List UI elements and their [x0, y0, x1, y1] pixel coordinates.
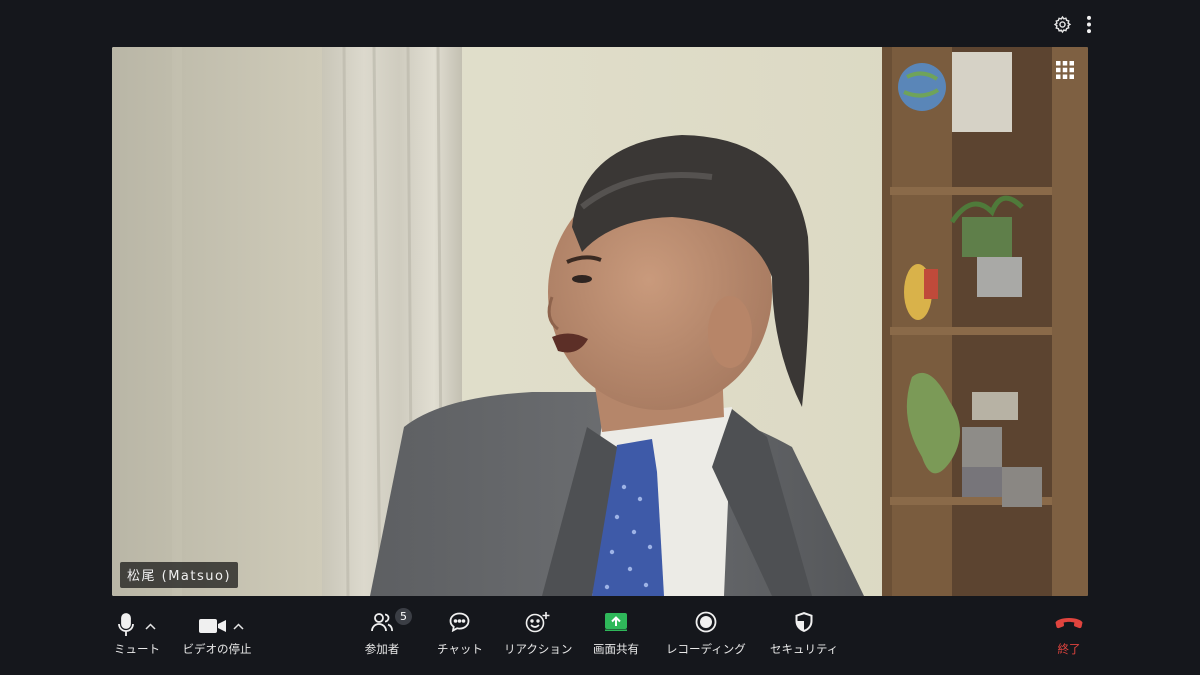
participant-count-badge: 5: [395, 608, 412, 625]
share-screen-label: 画面共有: [593, 642, 639, 656]
chevron-up-icon[interactable]: [145, 615, 156, 634]
gear-icon[interactable]: [1053, 15, 1072, 34]
end-meeting-button[interactable]: 終了: [1054, 610, 1084, 657]
more-vertical-icon[interactable]: [1086, 15, 1092, 34]
stop-video-button[interactable]: ビデオの停止: [181, 610, 253, 657]
record-label: レコーディング: [666, 642, 746, 656]
participant-name-tag: 松尾 (Matsuo): [120, 562, 239, 588]
chevron-up-icon[interactable]: [233, 615, 244, 634]
hang-up-icon: [1054, 615, 1084, 634]
microphone-icon: [117, 613, 135, 641]
shield-icon: [794, 611, 814, 637]
chat-label: チャット: [437, 642, 483, 656]
record-button[interactable]: レコーディング: [666, 610, 746, 657]
stop-video-label: ビデオの停止: [182, 642, 252, 656]
share-screen-icon: [604, 612, 628, 636]
participant-video: 松尾 (Matsuo): [112, 47, 1088, 596]
reactions-button[interactable]: リアクション: [504, 610, 572, 657]
mute-button[interactable]: ミュート: [112, 610, 162, 657]
grid-view-icon[interactable]: [1056, 61, 1074, 83]
mute-label: ミュート: [114, 642, 160, 656]
security-button[interactable]: セキュリティ: [770, 610, 838, 657]
chat-button[interactable]: チャット: [437, 610, 483, 657]
record-icon: [695, 611, 717, 637]
top-bar: [0, 0, 1200, 46]
reactions-label: リアクション: [504, 642, 573, 656]
video-camera-icon: [199, 618, 226, 637]
participants-button[interactable]: 5 参加者: [363, 608, 412, 657]
meeting-toolbar: ミュート ビデオの停止 5 参加者 チャット リアクション 画面共有 レコーディ…: [0, 596, 1200, 675]
share-screen-button[interactable]: 画面共有: [591, 610, 641, 657]
chat-icon: [449, 612, 470, 636]
smiley-plus-icon: [525, 611, 551, 637]
participants-icon: 5: [371, 608, 412, 636]
participants-label: 参加者: [364, 642, 400, 656]
security-label: セキュリティ: [770, 642, 839, 656]
end-meeting-label: 終了: [1057, 642, 1081, 656]
top-right-controls: [1053, 15, 1092, 34]
video-frame-image: [112, 47, 1088, 596]
